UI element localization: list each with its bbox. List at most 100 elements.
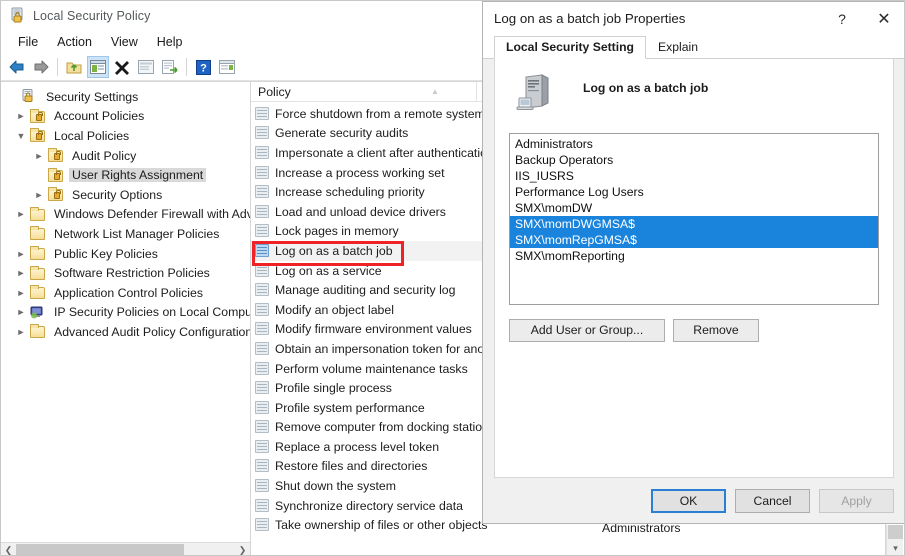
user-right-icon: [255, 224, 270, 238]
list-item[interactable]: IIS_IUSRS: [510, 168, 878, 184]
user-right-icon: [255, 439, 270, 454]
user-right-icon: [255, 420, 270, 434]
tree-item-security-options[interactable]: ► Security Options: [1, 185, 250, 205]
scroll-down-arrow-icon[interactable]: ▾: [887, 540, 904, 555]
tree-item-audit-policy[interactable]: ► Audit Policy: [1, 146, 250, 166]
ok-button[interactable]: OK: [651, 488, 726, 513]
log-on-as-a-batch-job-properties-dialog: Log on as a batch job Properties ? ✕ Loc…: [482, 1, 904, 524]
list-item-label: Manage auditing and security log: [275, 283, 456, 298]
show-hide-action-pane-button[interactable]: [216, 56, 238, 78]
folder-icon: [29, 285, 46, 300]
tree-item-software-restriction-policies[interactable]: ► Software Restriction Policies: [1, 263, 250, 283]
remove-button[interactable]: Remove: [673, 319, 759, 342]
scroll-thumb[interactable]: [16, 543, 184, 555]
cancel-button[interactable]: Cancel: [735, 488, 810, 513]
list-item[interactable]: SMX\momDW: [510, 200, 878, 216]
scroll-left-arrow-icon[interactable]: ❮: [1, 542, 16, 555]
add-user-or-group-button[interactable]: Add User or Group...: [509, 319, 665, 342]
properties-button[interactable]: [135, 56, 157, 78]
list-item-label: Profile single process: [275, 381, 392, 396]
tab-explain[interactable]: Explain: [646, 36, 710, 59]
tree-item-label: IP Security Policies on Local Computer: [54, 305, 250, 320]
menu-file[interactable]: File: [9, 33, 48, 52]
policy-header: Log on as a batch job: [509, 73, 879, 119]
tab-local-security-setting[interactable]: Local Security Setting: [494, 36, 646, 59]
console-tree-pane: ► Security Settings: [1, 82, 251, 555]
user-right-icon: [255, 381, 270, 395]
menu-view[interactable]: View: [102, 33, 148, 52]
dialog-titlebar: Log on as a batch job Properties ? ✕: [483, 2, 904, 35]
list-item-label: Profile system performance: [275, 400, 425, 415]
folder-icon: [29, 265, 46, 281]
tree-item-label: Network List Manager Policies: [54, 226, 220, 241]
user-right-icon: [255, 263, 270, 278]
expander-icon[interactable]: ►: [13, 324, 29, 340]
user-right-icon: [255, 518, 270, 532]
tree-item-label: Software Restriction Policies: [54, 266, 210, 281]
user-right-icon: [255, 106, 270, 121]
export-list-button[interactable]: [159, 56, 181, 78]
tree-item-public-key-policies[interactable]: ► Public Key Policies: [1, 244, 250, 264]
expander-icon[interactable]: ►: [13, 246, 29, 262]
tree-item-user-rights-assignment[interactable]: ► User Rights Assignment: [1, 165, 250, 185]
tree-item-local-policies[interactable]: ▼ Local Policies: [1, 126, 250, 146]
list-item[interactable]: Administrators: [510, 136, 878, 152]
tree-item-label: Security Options: [72, 187, 163, 202]
tree-item-advanced-audit-policy-configuration[interactable]: ► Advanced Audit Policy Configuration: [1, 322, 250, 342]
show-hide-console-tree-button[interactable]: [87, 56, 109, 78]
dialog-body: Log on as a batch job Administrators Bac…: [494, 59, 894, 478]
list-item[interactable]: SMX\momReporting: [510, 248, 878, 264]
tree-item-label: Audit Policy: [72, 148, 137, 163]
list-item-selected[interactable]: SMX\momRepGMSA$: [510, 232, 878, 248]
help-icon[interactable]: ?: [821, 2, 863, 35]
apply-button[interactable]: Apply: [819, 488, 894, 513]
menu-help[interactable]: Help: [148, 33, 193, 52]
expander-icon[interactable]: ►: [31, 148, 47, 164]
tree-item-windows-defender-firewall[interactable]: ► Windows Defender Firewall with Advan: [1, 205, 250, 225]
forward-button[interactable]: [30, 56, 52, 78]
up-one-level-button[interactable]: [63, 56, 85, 78]
dialog-actions: Add User or Group... Remove: [509, 319, 879, 342]
user-right-icon: [255, 243, 270, 258]
scroll-right-arrow-icon[interactable]: ❯: [235, 542, 250, 555]
tree-item-security-settings[interactable]: ► Security Settings: [1, 87, 250, 107]
tree-item-label: Windows Defender Firewall with Advan: [54, 207, 250, 222]
delete-button[interactable]: [111, 56, 133, 78]
back-button[interactable]: [6, 56, 28, 78]
tree-item-label: Account Policies: [54, 109, 145, 124]
column-header-policy[interactable]: Policy ▲: [251, 82, 477, 101]
expander-icon[interactable]: ►: [31, 187, 47, 203]
user-right-icon: [255, 185, 270, 199]
expander-icon[interactable]: ►: [13, 285, 29, 301]
expander-icon[interactable]: ►: [13, 206, 29, 222]
scroll-thumb[interactable]: [888, 525, 903, 539]
user-right-icon: [255, 361, 270, 376]
list-item[interactable]: Performance Log Users: [510, 184, 878, 200]
console-tree: ► Security Settings: [1, 82, 250, 542]
tree-item-ip-security-policies[interactable]: ► IP Security Policies on Local Computer: [1, 303, 250, 323]
list-item-label: Remove computer from docking station: [275, 420, 489, 435]
screenshot-root: Local Security Policy File Action View H…: [0, 0, 905, 556]
expander-icon[interactable]: ▼: [13, 128, 29, 144]
expander-icon[interactable]: ►: [13, 265, 29, 281]
tree-item-account-policies[interactable]: ► Account Policies: [1, 107, 250, 127]
list-item-label: Increase scheduling priority: [275, 185, 425, 200]
tree-item-network-list-manager-policies[interactable]: ► Network List Manager Policies: [1, 224, 250, 244]
tree-horizontal-scrollbar[interactable]: ❮ ❯: [1, 542, 250, 555]
folder-lock-icon: [29, 108, 46, 124]
menu-action[interactable]: Action: [48, 33, 102, 52]
user-right-icon: [255, 145, 270, 160]
user-right-icon: [255, 341, 270, 356]
list-item-label: Load and unload device drivers: [275, 204, 446, 219]
list-item-selected[interactable]: SMX\momDWGMSA$: [510, 216, 878, 232]
close-icon[interactable]: ✕: [863, 2, 904, 35]
dialog-tabstrip: Local Security Setting Explain: [483, 35, 904, 59]
list-item[interactable]: Backup Operators: [510, 152, 878, 168]
scroll-track[interactable]: [16, 542, 235, 555]
members-listbox[interactable]: Administrators Backup Operators IIS_IUSR…: [509, 133, 879, 305]
help-question-icon[interactable]: ?: [192, 56, 214, 78]
tree-item-application-control-policies[interactable]: ► Application Control Policies: [1, 283, 250, 303]
policy-list-vertical-scrollbar[interactable]: ▾: [886, 525, 904, 555]
expander-icon[interactable]: ►: [13, 304, 29, 320]
expander-icon[interactable]: ►: [13, 108, 29, 124]
